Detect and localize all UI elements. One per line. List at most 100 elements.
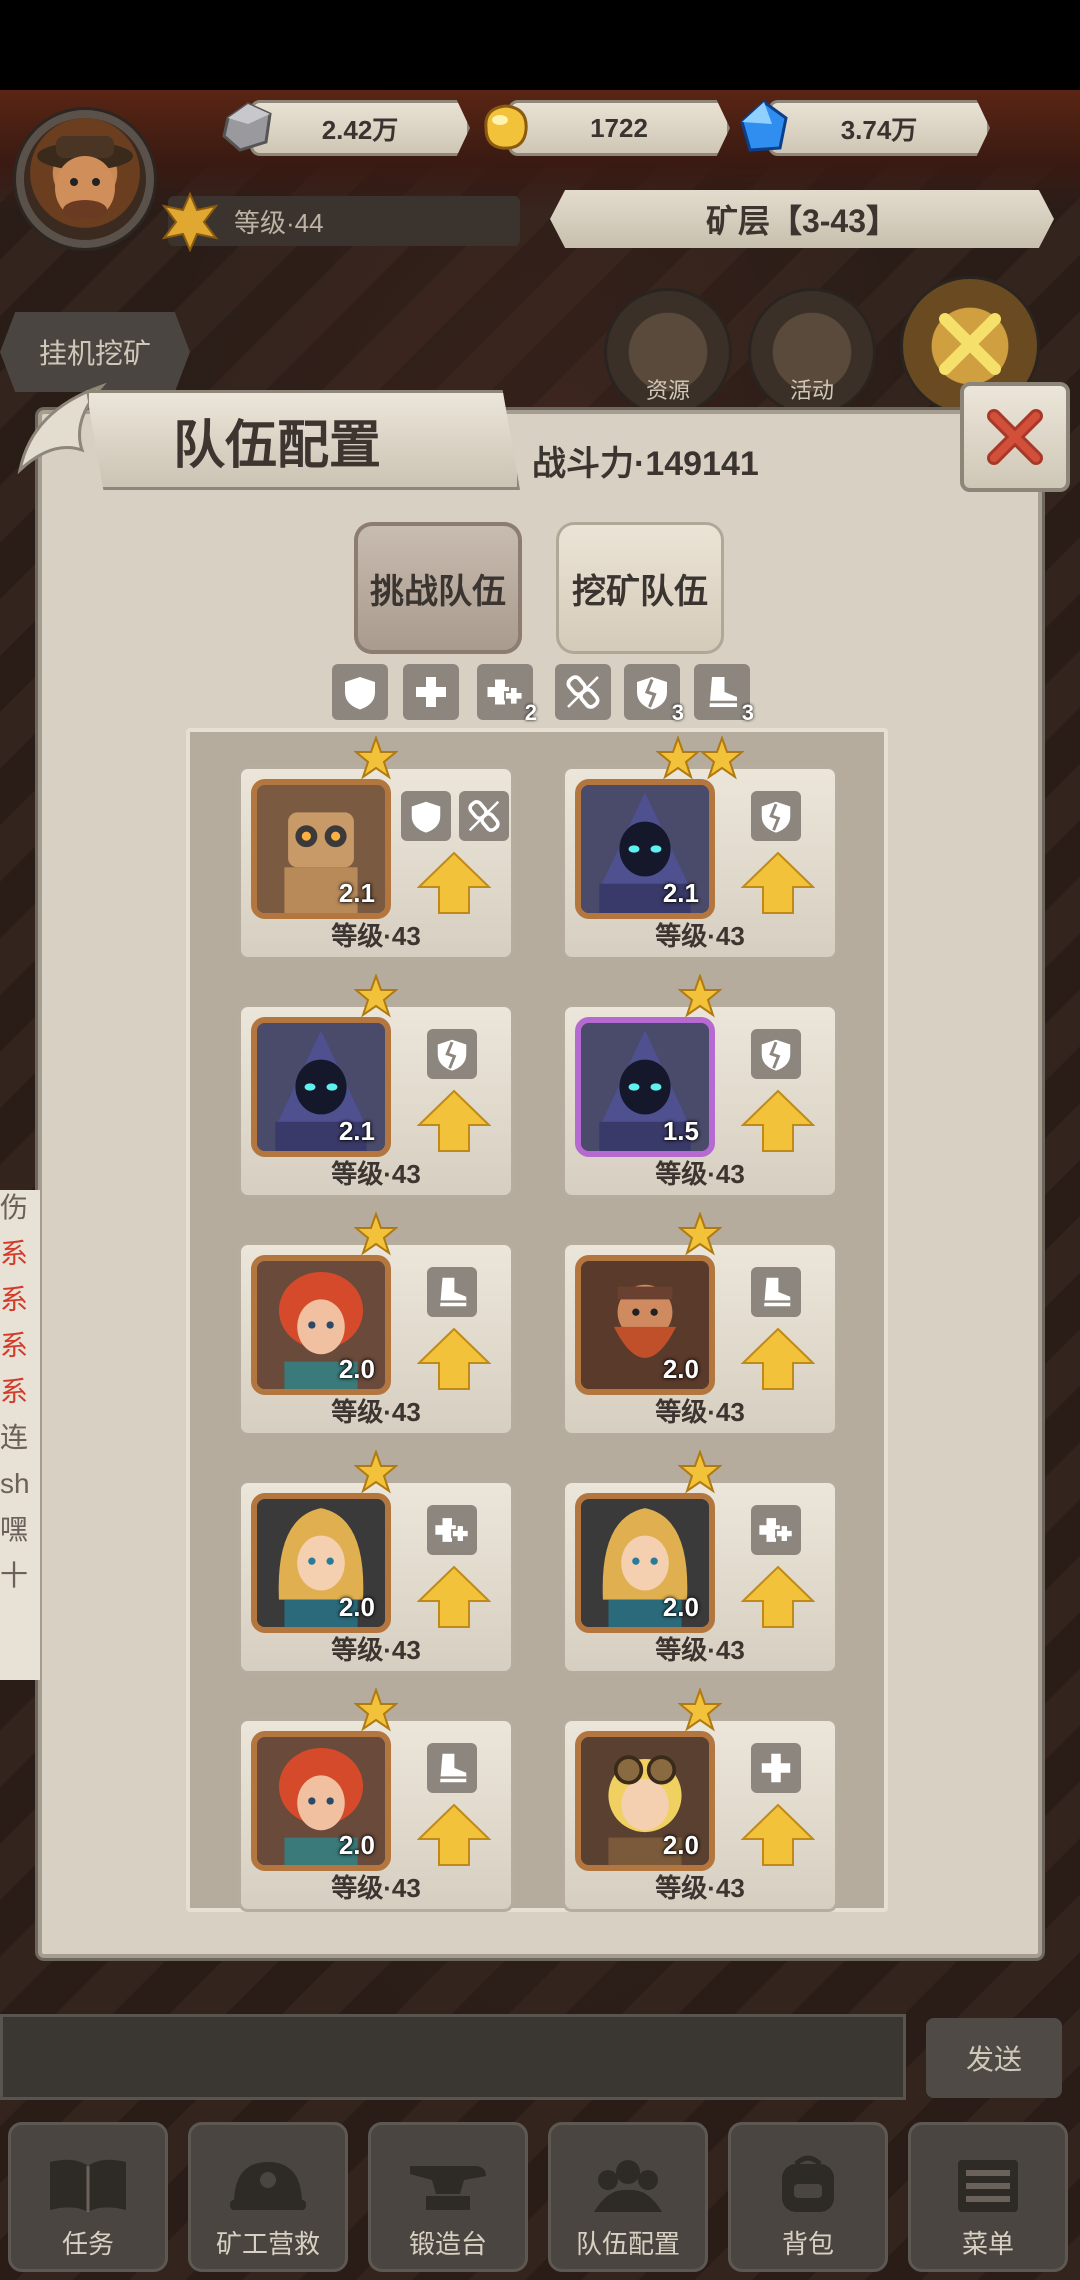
gold-value: 1722: [590, 112, 648, 143]
tab-challenge-team[interactable]: 挑战队伍: [354, 522, 522, 654]
player-level-text: 等级·44: [234, 207, 324, 238]
gold-nugget-icon: [484, 104, 528, 150]
star-icon: [678, 1212, 722, 1256]
skill-slot[interactable]: [751, 1029, 801, 1079]
buff-count: 3: [671, 700, 684, 725]
mine-layer-banner[interactable]: 矿层【3-43】: [550, 190, 1054, 248]
hero-card[interactable]: 2.0 等级·43: [238, 1480, 514, 1674]
upgrade-arrow-icon[interactable]: [741, 1327, 815, 1391]
skill-slot[interactable]: [751, 791, 801, 841]
chat-line: sh: [0, 1468, 30, 1499]
buff-slot[interactable]: 3: [694, 664, 754, 725]
skill-slot[interactable]: [751, 1743, 801, 1793]
hero-card[interactable]: 2.0 等级·43: [562, 1242, 838, 1436]
upgrade-arrow-icon[interactable]: [417, 1089, 491, 1153]
nav-team-button[interactable]: 队伍配置: [548, 2122, 708, 2272]
star-icon: [354, 1212, 398, 1256]
activity-shortcut-button[interactable]: 活动: [748, 288, 876, 416]
buff-slot[interactable]: 3: [624, 664, 684, 725]
close-button[interactable]: [960, 382, 1070, 492]
boot-icon: [709, 677, 737, 707]
tab-mining-team[interactable]: 挖矿队伍: [556, 522, 724, 654]
skill-slot[interactable]: [427, 1267, 477, 1317]
player-avatar[interactable]: [16, 110, 154, 248]
hero-level: 等级·43: [655, 1873, 745, 1903]
upgrade-arrow-icon[interactable]: [741, 1089, 815, 1153]
hero-portrait[interactable]: 2.1: [575, 779, 715, 919]
send-button[interactable]: 发送: [926, 2018, 1062, 2098]
nav-helmet-button[interactable]: 矿工营救: [188, 2122, 348, 2272]
hero-card[interactable]: 2.0 等级·43: [238, 1242, 514, 1436]
upgrade-arrow-icon[interactable]: [417, 1565, 491, 1629]
star-icon: [354, 1450, 398, 1494]
diamond-counter[interactable]: 3.74万: [768, 100, 990, 156]
skill-slot[interactable]: [427, 1505, 477, 1555]
broken-link-icon: [468, 800, 500, 832]
buff-slot[interactable]: 2: [477, 664, 537, 725]
hero-level: 等级·43: [331, 1159, 421, 1189]
hero-portrait[interactable]: 2.0: [575, 1731, 715, 1871]
upgrade-arrow-icon[interactable]: [741, 1803, 815, 1867]
chat-input[interactable]: [0, 2014, 906, 2100]
hero-portrait[interactable]: 2.1: [251, 1017, 391, 1157]
boot-icon: [440, 1753, 467, 1783]
hero-card[interactable]: 2.1 等级·43: [562, 766, 838, 960]
resource-shortcut-button[interactable]: 资源: [604, 288, 732, 416]
skill-slot[interactable]: [427, 1029, 477, 1079]
star-icon: [656, 736, 700, 780]
hero-card[interactable]: 2.1 等级·43: [238, 766, 514, 960]
idle-mining-label: 挂机挖矿: [38, 338, 151, 369]
double-plus-icon: [435, 1518, 470, 1543]
skill-slot[interactable]: [751, 1267, 801, 1317]
hero-portrait[interactable]: 2.0: [251, 1255, 391, 1395]
star-icon: [678, 1450, 722, 1494]
nav-backpack-button[interactable]: 背包: [728, 2122, 888, 2272]
helmet-icon: [230, 2162, 306, 2210]
upgrade-arrow-icon[interactable]: [741, 851, 815, 915]
hero-portrait[interactable]: 1.5: [575, 1017, 715, 1157]
team-icon: [594, 2160, 662, 2212]
skill-slot[interactable]: [401, 791, 451, 841]
hero-card[interactable]: 2.1 等级·43: [238, 1004, 514, 1198]
upgrade-arrow-icon[interactable]: [741, 1565, 815, 1629]
hero-card[interactable]: 2.0 等级·43: [562, 1480, 838, 1674]
stone-counter[interactable]: 2.42万: [250, 100, 470, 156]
chat-line: 系: [0, 1376, 29, 1407]
star-icon: [678, 1688, 722, 1732]
hero-level: 等级·43: [655, 921, 745, 951]
buff-slot[interactable]: [403, 664, 459, 720]
hero-portrait[interactable]: 2.0: [251, 1731, 391, 1871]
hero-portrait[interactable]: 2.0: [251, 1493, 391, 1633]
skill-slot[interactable]: [751, 1505, 801, 1555]
upgrade-arrow-icon[interactable]: [417, 1327, 491, 1391]
hero-level: 等级·43: [655, 1159, 745, 1189]
buff-count: 2: [524, 700, 537, 725]
hero-portrait[interactable]: 2.0: [575, 1255, 715, 1395]
book-icon: [50, 2159, 126, 2212]
hero-level: 等级·43: [655, 1397, 745, 1427]
hero-card[interactable]: 2.0 等级·43: [562, 1718, 838, 1912]
skill-slot[interactable]: [427, 1743, 477, 1793]
nav-menu-button[interactable]: 菜单: [908, 2122, 1068, 2272]
stone-icon: [222, 102, 272, 152]
nav-book-button[interactable]: 任务: [8, 2122, 168, 2272]
hero-card[interactable]: 2.0 等级·43: [238, 1718, 514, 1912]
hero-card[interactable]: 1.5 等级·43: [562, 1004, 838, 1198]
stone-value: 2.42万: [321, 114, 399, 145]
combat-power: 战斗力·149141: [532, 445, 759, 483]
shield-icon: [345, 677, 375, 710]
gold-counter[interactable]: 1722: [508, 100, 730, 156]
upgrade-arrow-icon[interactable]: [417, 1803, 491, 1867]
hero-portrait[interactable]: 2.1: [251, 779, 391, 919]
close-icon: [987, 409, 1043, 465]
tab-challenge-label: 挑战队伍: [370, 572, 506, 611]
skill-slot[interactable]: [459, 791, 509, 841]
menu-icon: [958, 2160, 1018, 2212]
nav-anvil-button[interactable]: 锻造台: [368, 2122, 528, 2272]
diamond-icon: [740, 100, 788, 152]
star-icon: [354, 974, 398, 1018]
buff-slot[interactable]: [332, 664, 388, 720]
upgrade-arrow-icon[interactable]: [417, 851, 491, 915]
buff-slot[interactable]: [555, 664, 611, 720]
hero-portrait[interactable]: 2.0: [575, 1493, 715, 1633]
